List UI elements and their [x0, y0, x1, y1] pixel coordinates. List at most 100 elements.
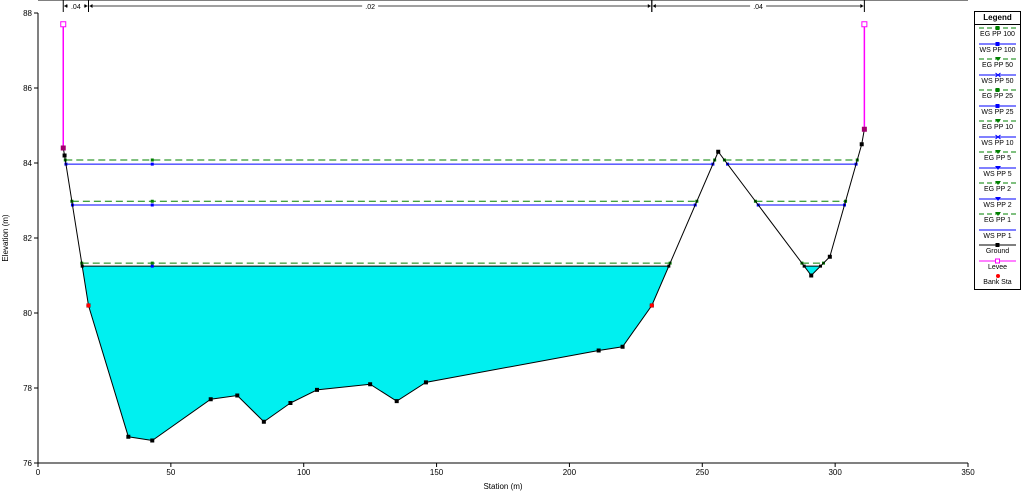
- ws-point-marker: [150, 162, 154, 166]
- legend-label: EG PP 100: [980, 31, 1015, 38]
- y-tick-label: 76: [23, 459, 32, 468]
- legend-marker: [995, 243, 1000, 247]
- x-tick-label: 200: [563, 468, 577, 477]
- manning-arrow: [652, 4, 656, 8]
- legend-label: WS PP 10: [981, 139, 1014, 147]
- legend-label: Levee: [987, 263, 1008, 271]
- y-tick-label: 88: [23, 9, 32, 18]
- x-axis-label: Station (m): [483, 482, 522, 491]
- manning-label: .04: [71, 4, 81, 11]
- x-tick-label: 50: [166, 468, 175, 477]
- levee-layer: [60, 21, 868, 151]
- legend-marker: [996, 274, 1000, 278]
- y-axis-label: Elevation (m): [1, 214, 10, 261]
- ground-point: [288, 401, 293, 405]
- water-fill-layer: [63, 266, 865, 441]
- legend-label: WS PP 50: [981, 77, 1014, 85]
- ground-point: [423, 380, 428, 385]
- legend-item: EG PP 10: [975, 118, 1020, 134]
- legend-item: EG PP 2: [975, 180, 1020, 196]
- ground-point: [596, 348, 601, 353]
- legend-item: WS PP 25: [975, 103, 1020, 119]
- legend-label: Bank Sta: [983, 279, 1012, 286]
- legend-marker: [995, 103, 1000, 108]
- legend-item: EG PP 5: [975, 149, 1020, 165]
- legend-item: Bank Sta: [975, 273, 1020, 289]
- manning-arrow: [84, 4, 88, 8]
- cross-section-plot: 0 50 100 150 200 250 300 350 76 78 80 82 84 86 88 .04.…: [0, 0, 1024, 491]
- legend-item: WS PP 50: [975, 72, 1020, 88]
- manning-arrow: [89, 4, 93, 8]
- ground-point: [716, 149, 721, 154]
- legend-item: WS PP 10: [975, 134, 1020, 150]
- legend-item: EG PP 50: [975, 56, 1020, 72]
- ground-point: [261, 419, 266, 424]
- legend-label: Ground: [985, 248, 1010, 255]
- legend-label: WS PP 2: [983, 201, 1012, 209]
- y-tick-label: 84: [23, 159, 32, 168]
- ground-point: [368, 382, 373, 387]
- legend-item: Levee: [975, 258, 1020, 274]
- ws-point-marker: [150, 203, 154, 207]
- x-tick-label: 350: [961, 468, 975, 477]
- legend-label: EG PP 50: [981, 62, 1013, 69]
- legend-label: WS PP 100: [979, 46, 1016, 54]
- legend-label: EG PP 5: [983, 155, 1012, 162]
- ground-point: [827, 254, 832, 259]
- legend-item: WS PP 1: [975, 227, 1020, 243]
- legend-label: EG PP 10: [981, 124, 1013, 131]
- legend-marker: [995, 41, 1000, 46]
- ground-point: [62, 153, 67, 158]
- ground-point: [394, 399, 399, 404]
- y-tick-label: 78: [23, 384, 32, 393]
- ground-point: [150, 438, 155, 443]
- ground-point: [126, 434, 131, 439]
- ground-point: [235, 393, 240, 398]
- bank-station-point: [86, 303, 91, 308]
- eg-point-marker: [150, 158, 154, 162]
- manning-arrow: [647, 4, 651, 8]
- chart-svg: 0 50 100 150 200 250 300 350 76 78 80 82 84 86 88 .04.…: [1, 0, 975, 491]
- legend-label: WS PP 1: [983, 232, 1012, 240]
- legend-item: WS PP 100: [975, 41, 1020, 57]
- levee-top-marker: [861, 21, 868, 28]
- legend-item: Ground: [975, 242, 1020, 258]
- legend-marker: [995, 26, 1000, 30]
- ground-point: [859, 142, 864, 147]
- ground-point: [620, 344, 625, 349]
- x-tick-label: 150: [430, 468, 444, 477]
- legend-marker: [995, 88, 1000, 92]
- levee-bottom-marker: [60, 145, 66, 151]
- ground-point: [809, 273, 814, 278]
- manning-arrow: [64, 4, 68, 8]
- manning-label: .04: [753, 4, 763, 11]
- levee-bottom-marker: [861, 126, 867, 132]
- legend-item: EG PP 100: [975, 25, 1020, 41]
- x-tick-label: 0: [36, 468, 41, 477]
- legend-items: EG PP 100 WS PP 100 EG PP 50 WS PP 50 EG PP …: [975, 25, 1020, 289]
- legend-label: EG PP 2: [983, 186, 1012, 193]
- legend-item: WS PP 2: [975, 196, 1020, 212]
- y-tick-label: 80: [23, 309, 32, 318]
- ground-point: [315, 387, 319, 392]
- legend-label: WS PP 25: [981, 108, 1014, 116]
- manning-label: .02: [365, 4, 375, 11]
- legend-label: EG PP 25: [981, 93, 1013, 100]
- legend-label: EG PP 1: [983, 217, 1012, 224]
- x-tick-label: 300: [828, 468, 842, 477]
- legend-label: WS PP 5: [983, 170, 1012, 178]
- manning-layer: .04 .02 .04: [62, 0, 865, 12]
- x-tick-label: 250: [696, 468, 710, 477]
- profile-lines-layer: [63, 158, 859, 268]
- eg-point-marker: [150, 261, 154, 265]
- legend-item: EG PP 1: [975, 211, 1020, 227]
- water-fill: [63, 266, 865, 441]
- ground-point: [208, 397, 213, 402]
- legend-title: Legend: [975, 12, 1020, 25]
- legend-item: EG PP 25: [975, 87, 1020, 103]
- legend-marker: [995, 258, 1000, 263]
- ws-point-marker: [150, 264, 154, 268]
- legend-item: WS PP 5: [975, 165, 1020, 181]
- levee-top-marker: [60, 21, 67, 28]
- y-tick-label: 86: [23, 84, 32, 93]
